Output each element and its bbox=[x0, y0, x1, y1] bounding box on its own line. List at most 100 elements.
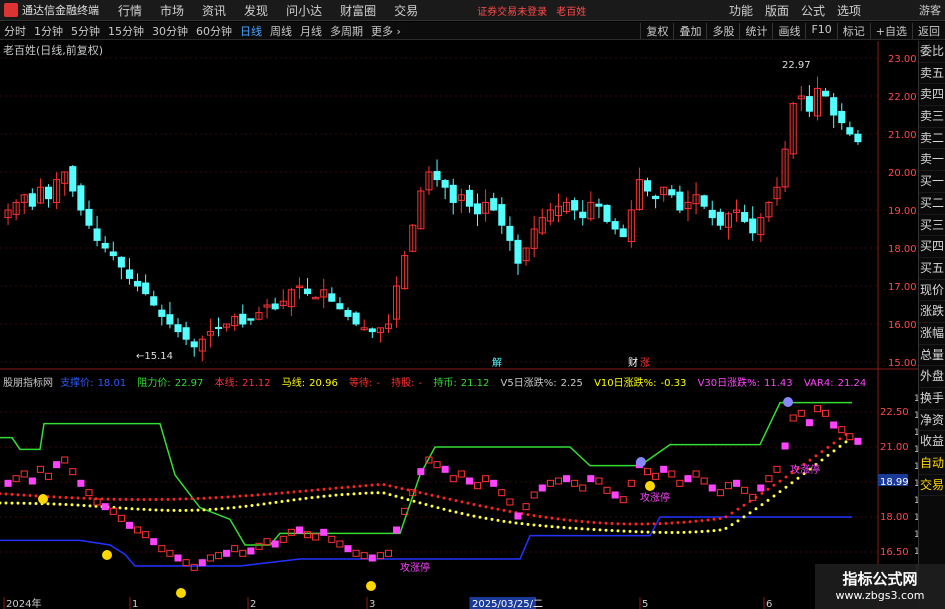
sidebar-item-17[interactable]: 净资 bbox=[919, 410, 945, 432]
sidebar-item-6[interactable]: 买一 bbox=[919, 171, 945, 193]
menu-layout[interactable]: 版面 bbox=[765, 2, 789, 19]
yellow-dot bbox=[340, 493, 344, 497]
menu-quotes[interactable]: 行情 bbox=[118, 2, 142, 19]
yellow-dot bbox=[622, 529, 626, 533]
period-monthly[interactable]: 月线 bbox=[296, 23, 326, 39]
ind-candle bbox=[85, 489, 93, 497]
red-dot bbox=[358, 484, 362, 488]
sidebar-item-2[interactable]: 卖四 bbox=[919, 84, 945, 107]
sidebar-item-4[interactable]: 卖二 bbox=[919, 128, 945, 150]
menu-trade[interactable]: 交易 bbox=[394, 2, 418, 19]
red-dot bbox=[646, 522, 650, 526]
sidebar-item-20[interactable]: 交易 bbox=[919, 475, 945, 497]
guest-label[interactable]: 游客 bbox=[919, 2, 941, 18]
ind-candle bbox=[231, 545, 239, 553]
sidebar-item-10[interactable]: 买五 bbox=[919, 258, 945, 280]
sidebar-item-7[interactable]: 买二 bbox=[919, 193, 945, 215]
tool-f10[interactable]: F10 bbox=[805, 22, 836, 39]
tool-add-watch[interactable]: +自选 bbox=[869, 22, 912, 39]
red-dot bbox=[394, 485, 398, 489]
sidebar-item-16[interactable]: 换手 bbox=[919, 388, 945, 410]
period-60min[interactable]: 60分钟 bbox=[192, 23, 236, 39]
red-dot bbox=[550, 516, 554, 520]
yellow-dot bbox=[400, 496, 404, 500]
red-dot bbox=[0, 492, 2, 496]
smiley-icon bbox=[176, 588, 186, 598]
sidebar-item-14[interactable]: 总量 bbox=[919, 345, 945, 367]
yellow-dot bbox=[712, 529, 716, 533]
tool-mark[interactable]: 标记 bbox=[836, 22, 870, 39]
yellow-dot bbox=[154, 508, 158, 512]
candle-body bbox=[465, 189, 473, 207]
yellow-dot bbox=[784, 485, 788, 489]
period-5min[interactable]: 5分钟 bbox=[67, 23, 104, 39]
menu-bar: 通达信金融终端 行情 市场 资讯 发现 问小达 财富圈 交易 证券交易未登录 老… bbox=[0, 0, 945, 21]
ind-candle bbox=[198, 559, 206, 567]
ind-candle bbox=[514, 512, 522, 520]
menu-news[interactable]: 资讯 bbox=[202, 2, 226, 19]
ind-candle bbox=[789, 414, 797, 422]
ind-candle bbox=[142, 531, 150, 539]
period-daily[interactable]: 日线 bbox=[236, 23, 266, 39]
tool-stats[interactable]: 统计 bbox=[739, 22, 772, 39]
ind-tick-label: 18.00 bbox=[880, 512, 909, 523]
ind-candle bbox=[393, 526, 401, 534]
sidebar-item-5[interactable]: 卖一 bbox=[919, 149, 945, 172]
menu-formula[interactable]: 公式 bbox=[801, 2, 825, 19]
sidebar-item-8[interactable]: 买三 bbox=[919, 215, 945, 237]
period-1min[interactable]: 1分钟 bbox=[30, 23, 67, 39]
sidebar-item-18[interactable]: 收益 bbox=[919, 431, 945, 454]
date-label: 2025/03/25/二 bbox=[472, 599, 543, 609]
tool-multi[interactable]: 多股 bbox=[706, 22, 739, 39]
ind-candle bbox=[20, 470, 28, 478]
period-more[interactable]: 更多 › bbox=[367, 23, 405, 39]
tool-overlay[interactable]: 叠加 bbox=[673, 22, 706, 39]
period-intraday[interactable]: 分时 bbox=[0, 23, 30, 39]
yellow-dot bbox=[676, 530, 680, 534]
red-dot bbox=[760, 491, 764, 495]
period-30min[interactable]: 30分钟 bbox=[148, 23, 192, 39]
menu-ask[interactable]: 问小达 bbox=[286, 2, 322, 19]
chart-area[interactable]: 23.00 22.00 21.00 20.00 19.00 18.00 17.00 16.00… bbox=[0, 41, 918, 609]
ind-candle bbox=[134, 526, 142, 534]
sidebar-item-13[interactable]: 涨幅 bbox=[919, 323, 945, 345]
ind-candle bbox=[595, 477, 603, 485]
red-dot bbox=[304, 489, 308, 493]
tool-back[interactable]: 返回 bbox=[912, 22, 945, 39]
tool-draw[interactable]: 画线 bbox=[772, 22, 805, 39]
sidebar-item-11[interactable]: 现价 bbox=[919, 280, 945, 302]
red-dot bbox=[556, 517, 560, 521]
sidebar-item-3[interactable]: 卖三 bbox=[919, 106, 945, 128]
sidebar-item-19[interactable]: 自动 bbox=[919, 453, 945, 475]
period-weekly[interactable]: 周线 bbox=[266, 23, 296, 39]
menu-function[interactable]: 功能 bbox=[729, 2, 753, 19]
indicator-name[interactable]: 股朋指标网 bbox=[3, 378, 53, 389]
login-notice[interactable]: 证券交易未登录 老百姓 bbox=[477, 3, 586, 18]
smiley-icon bbox=[102, 550, 112, 560]
sidebar-item-1[interactable]: 卖五 bbox=[919, 63, 945, 85]
red-dot bbox=[406, 488, 410, 492]
sidebar-item-15[interactable]: 外盘 bbox=[919, 366, 945, 388]
ind-candle bbox=[417, 468, 425, 476]
menu-market[interactable]: 市场 bbox=[160, 2, 184, 19]
yellow-dot bbox=[58, 502, 62, 506]
red-dot bbox=[670, 521, 674, 525]
kline-chart-svg[interactable]: 23.00 22.00 21.00 20.00 19.00 18.00 17.00 16.00… bbox=[0, 41, 918, 609]
sidebar-item-12[interactable]: 涨跌 bbox=[919, 301, 945, 323]
ind-candle bbox=[732, 479, 741, 487]
red-dot bbox=[466, 501, 470, 505]
red-dot bbox=[130, 497, 134, 501]
menu-discover[interactable]: 发现 bbox=[244, 2, 268, 19]
tool-fuquan[interactable]: 复权 bbox=[640, 22, 673, 39]
menu-wealth[interactable]: 财富圈 bbox=[340, 2, 376, 19]
period-15min[interactable]: 15分钟 bbox=[104, 23, 148, 39]
sidebar-item-9[interactable]: 买四 bbox=[919, 236, 945, 258]
red-dot bbox=[544, 515, 548, 519]
candle-body bbox=[506, 225, 514, 241]
yellow-dot bbox=[700, 530, 704, 534]
sidebar-item-0[interactable]: 委比 bbox=[919, 41, 945, 63]
candle-body bbox=[150, 296, 158, 306]
red-dot bbox=[616, 522, 620, 526]
period-multi[interactable]: 多周期 bbox=[326, 23, 367, 39]
menu-options[interactable]: 选项 bbox=[837, 2, 861, 19]
